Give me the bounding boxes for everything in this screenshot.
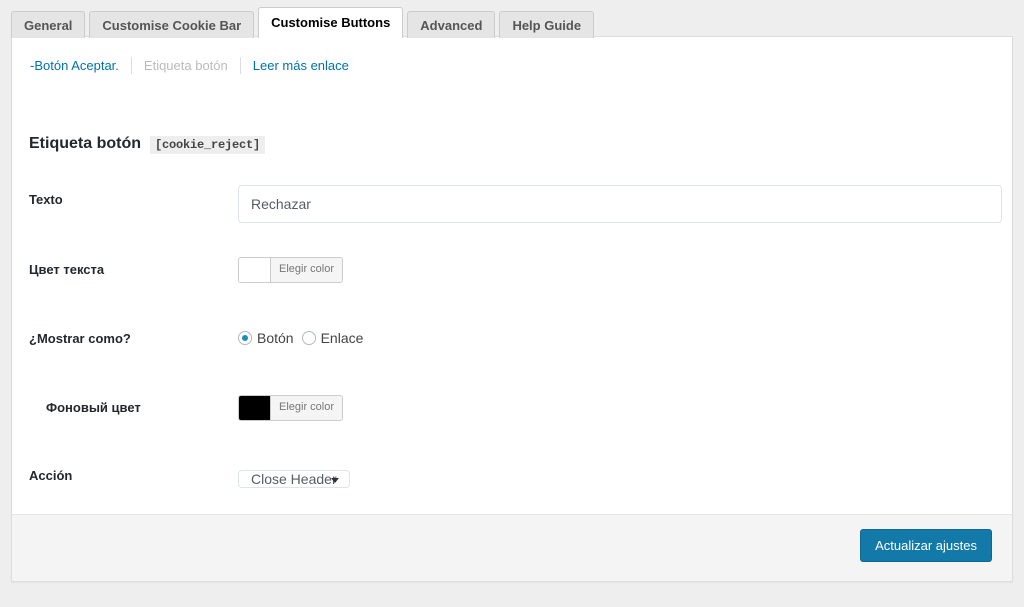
texto-input[interactable] [238, 185, 1002, 223]
field-accion: Close Header [238, 461, 350, 497]
label-mostrar-como: ¿Mostrar como? [29, 331, 131, 346]
subnav-item-boton-aceptar[interactable]: -Botón Aceptar. [18, 58, 131, 73]
form-row-texto: Texto [12, 177, 1012, 246]
radio-icon [302, 331, 316, 345]
settings-panel: -Botón Aceptar. Etiqueta botón Leer más … [11, 36, 1013, 582]
submit-button[interactable]: Actualizar ajustes [860, 529, 992, 562]
color-fondo-picker[interactable]: Elegir color [238, 395, 343, 421]
page-title: Etiqueta botón [cookie_reject] [29, 135, 265, 154]
field-texto [238, 185, 1002, 223]
radio-option-boton[interactable]: Botón [238, 330, 294, 346]
tab-bar: General Customise Cookie Bar Customise B… [11, 5, 598, 38]
field-color-texto: Elegir color [238, 257, 343, 285]
color-swatch [239, 258, 271, 282]
form-row-color-fondo: Фоновый цвет Elegir color [12, 384, 1012, 453]
subnav: -Botón Aceptar. Etiqueta botón Leer más … [18, 57, 361, 74]
color-texto-picker-label: Elegir color [271, 258, 342, 282]
field-color-fondo: Elegir color [238, 395, 343, 423]
shortcode-slug: [cookie_reject] [150, 136, 265, 154]
section-title-text: Etiqueta botón [29, 135, 141, 153]
tab-customise-cookie-bar[interactable]: Customise Cookie Bar [89, 11, 254, 38]
radio-option-boton-label: Botón [257, 330, 294, 346]
radio-option-enlace-label: Enlace [321, 330, 364, 346]
tab-general[interactable]: General [11, 11, 85, 38]
accion-select[interactable]: Close Header [238, 472, 350, 487]
tab-advanced[interactable]: Advanced [407, 11, 495, 38]
form-row-color-texto: Цвет текста Elegir color [12, 246, 1012, 315]
subnav-item-leer-mas-enlace[interactable]: Leer más enlace [241, 58, 361, 73]
label-texto: Texto [29, 192, 63, 207]
radio-option-enlace[interactable]: Enlace [302, 330, 364, 346]
form-footer: Actualizar ajustes [12, 514, 1012, 581]
label-accion: Acción [29, 468, 72, 483]
form-row-mostrar-como: ¿Mostrar como? Botón Enlace [12, 315, 1012, 384]
color-swatch [239, 396, 271, 420]
subnav-item-etiqueta-boton[interactable]: Etiqueta botón [132, 58, 240, 73]
tab-customise-buttons[interactable]: Customise Buttons [258, 7, 403, 38]
mostrar-como-radio-group: Botón Enlace [238, 328, 363, 348]
tab-help-guide[interactable]: Help Guide [499, 11, 594, 38]
field-mostrar-como: Botón Enlace [238, 328, 363, 348]
accion-select-value[interactable]: Close Header [238, 470, 350, 488]
color-fondo-picker-label: Elegir color [271, 396, 342, 420]
color-texto-picker[interactable]: Elegir color [238, 257, 343, 283]
radio-icon [238, 331, 252, 345]
label-color-fondo: Фоновый цвет [46, 400, 141, 415]
form-row-accion: Acción Close Header [12, 453, 1012, 522]
label-color-texto: Цвет текста [29, 262, 104, 277]
